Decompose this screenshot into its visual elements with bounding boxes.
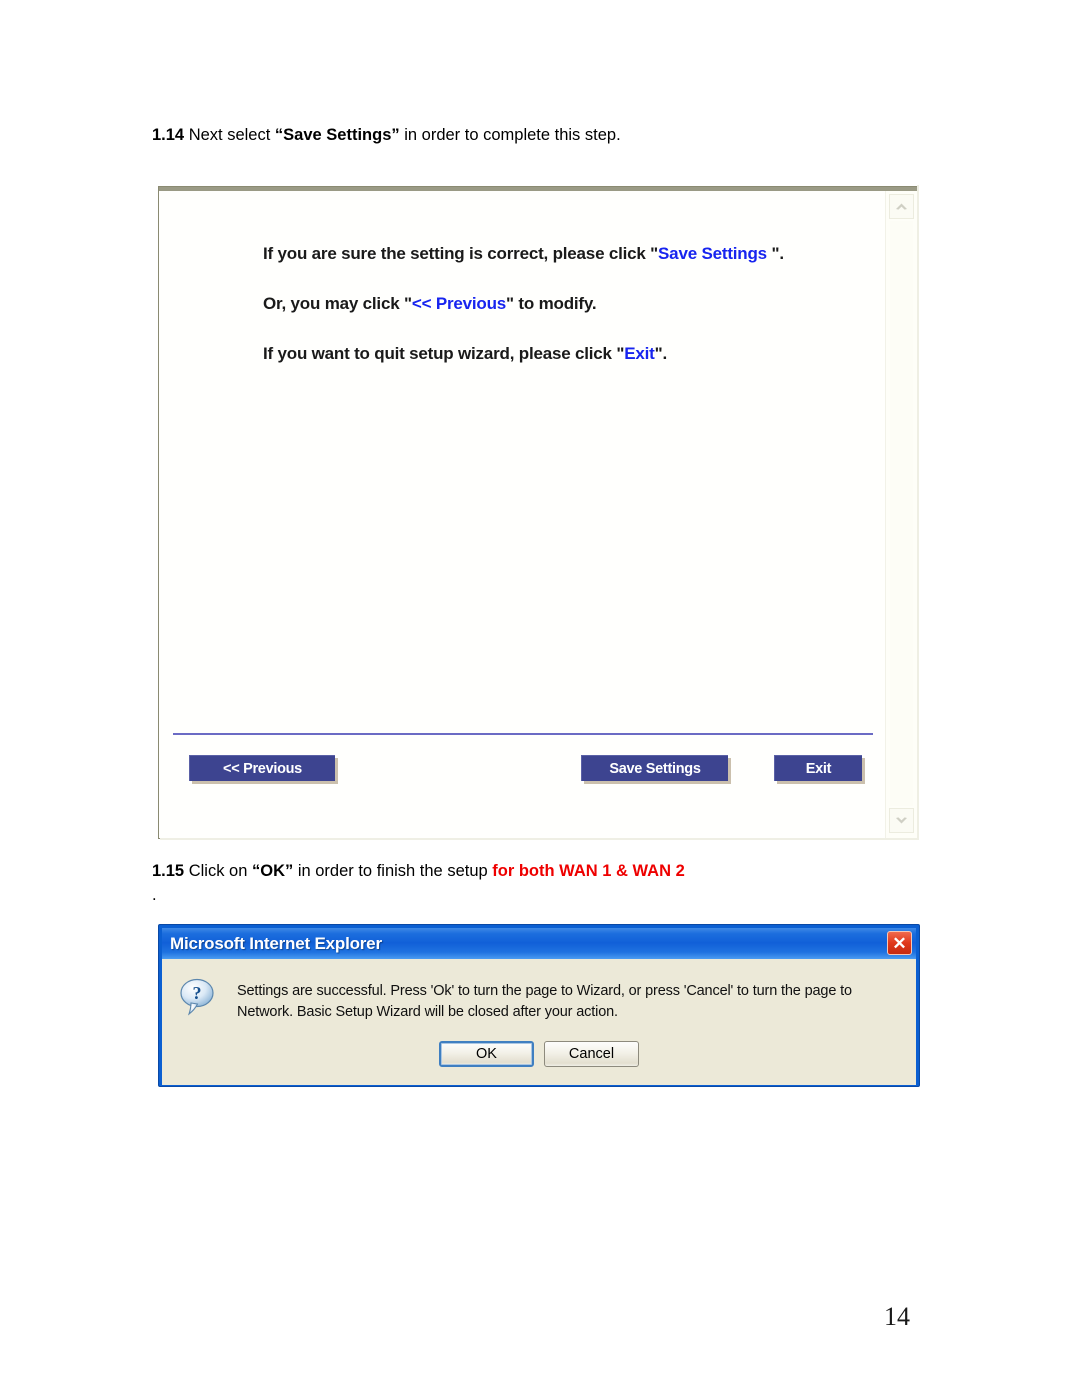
router-content-area: If you are sure the setting is correct, … (159, 191, 885, 838)
ok-button[interactable]: OK (439, 1041, 534, 1067)
wizard-line-1-pre: If you are sure the setting is correct, … (263, 244, 659, 263)
wizard-instruction-line-1: If you are sure the setting is correct, … (263, 244, 784, 264)
wizard-instruction-line-2: Or, you may click "<< Previous" to modif… (263, 294, 597, 314)
step-1-14-text-after: in order to complete this step. (399, 126, 621, 144)
page-number: 14 (884, 1302, 910, 1331)
scroll-down-button[interactable] (889, 808, 914, 833)
dialog-body: ? Settings are successful. Press 'Ok' to… (162, 959, 916, 1085)
step-1-15-text-after: in order to finish the setup (293, 862, 493, 880)
wizard-line-2-pre: Or, you may click " (263, 294, 412, 313)
ie-message-dialog: Microsoft Internet Explorer ✕ ? Settings… (158, 924, 920, 1087)
dialog-button-row: OK Cancel (162, 1041, 916, 1067)
wizard-line-2-link[interactable]: << Previous (412, 294, 506, 313)
wizard-line-1-post: ". (766, 244, 784, 263)
step-1-15-number: 1.15 (152, 862, 185, 880)
step-1-14-paragraph: 1.14 Next select “Save Settings” in orde… (152, 124, 621, 146)
svg-text:?: ? (193, 983, 202, 1003)
save-settings-button[interactable]: Save Settings (581, 755, 728, 781)
vertical-scrollbar[interactable] (885, 191, 917, 838)
wizard-line-2-post: " to modify. (506, 294, 597, 313)
wizard-instruction-line-3: If you want to quit setup wizard, please… (263, 344, 667, 364)
chevron-up-icon (895, 202, 908, 211)
scrollbar-track[interactable] (890, 221, 913, 806)
cancel-button[interactable]: Cancel (544, 1041, 639, 1067)
close-icon[interactable]: ✕ (887, 931, 912, 955)
step-1-15-trailing-period: . (152, 886, 157, 904)
step-1-15-paragraph: 1.15 Click on “OK” in order to finish th… (152, 860, 685, 882)
previous-button[interactable]: << Previous (189, 755, 335, 781)
step-1-15-highlight: for both WAN 1 & WAN 2 (492, 862, 685, 880)
dialog-title: Microsoft Internet Explorer (170, 933, 382, 953)
scroll-up-button[interactable] (889, 194, 914, 219)
wizard-line-1-link[interactable]: Save Settings (658, 244, 767, 263)
step-1-15-text-before: Click on (184, 862, 252, 880)
question-bubble-icon: ? (178, 977, 218, 1017)
step-1-14-number: 1.14 (152, 126, 185, 144)
wizard-line-3-pre: If you want to quit setup wizard, please… (263, 344, 625, 363)
wizard-divider (173, 733, 873, 735)
router-wizard-screenshot: If you are sure the setting is correct, … (158, 185, 919, 840)
dialog-title-bar: Microsoft Internet Explorer ✕ (162, 928, 916, 959)
step-1-14-text-before: Next select (184, 126, 275, 144)
step-1-15-quoted-label: “OK” (251, 862, 294, 880)
exit-button[interactable]: Exit (774, 755, 862, 781)
chevron-down-icon (895, 816, 908, 825)
wizard-line-3-link[interactable]: Exit (624, 344, 655, 363)
wizard-line-3-post: ". (654, 344, 668, 363)
step-1-14-quoted-label: “Save Settings” (274, 126, 400, 144)
dialog-message: Settings are successful. Press 'Ok' to t… (237, 983, 852, 1020)
